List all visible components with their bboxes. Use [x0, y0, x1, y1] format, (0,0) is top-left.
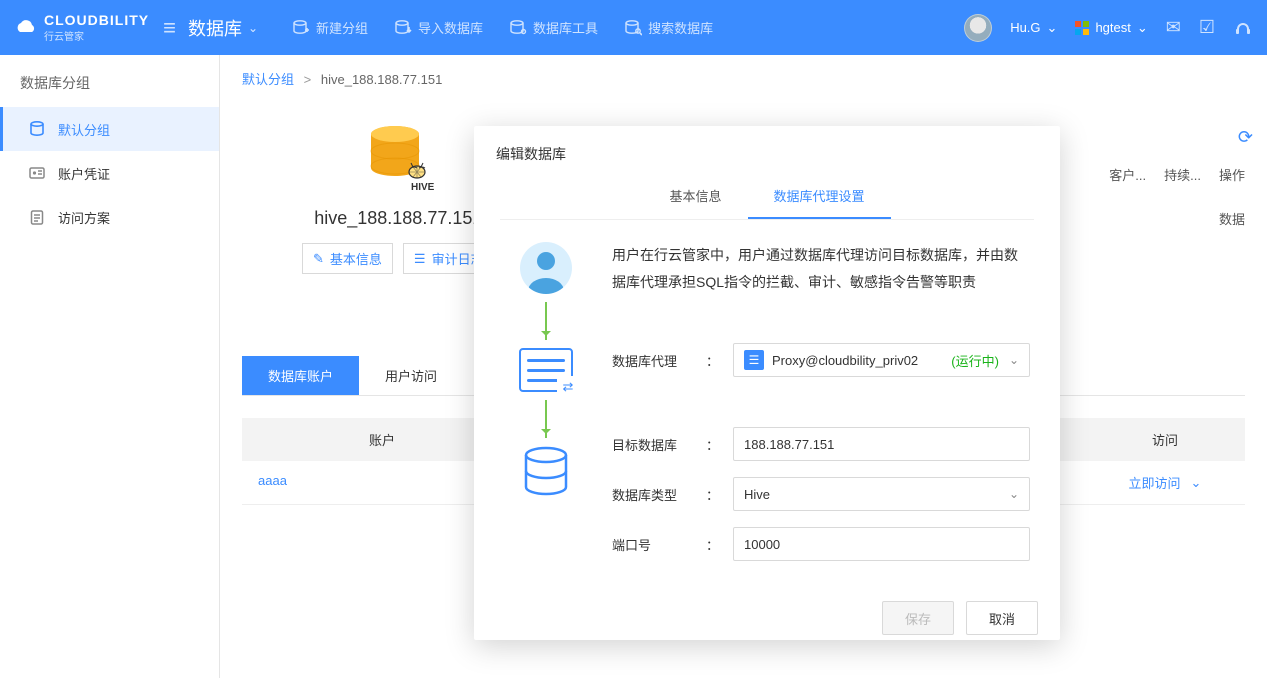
proxy-value: Proxy@cloudbility_priv02: [772, 353, 918, 368]
label-port: 端口号: [612, 535, 698, 554]
save-button[interactable]: 保存: [882, 601, 954, 635]
proxy-icon: ⇄: [519, 348, 573, 392]
modal-tabs: 基本信息 数据库代理设置: [500, 174, 1034, 220]
proxy-description: 用户在行云管家中，用户通过数据库代理访问目标数据库，并由数据库代理承担SQL指令…: [612, 242, 1030, 295]
proxy-badge-icon: ☰: [744, 350, 764, 370]
flow-diagram: ⇄: [504, 242, 588, 577]
database-icon: [522, 446, 570, 500]
cancel-button[interactable]: 取消: [966, 601, 1038, 635]
transfer-icon: ⇄: [557, 376, 579, 398]
field-target: 目标数据库： 188.188.77.151: [612, 427, 1030, 461]
edit-db-modal: 编辑数据库 基本信息 数据库代理设置 ⇄ 用户在行云管家中，用户通过数据库代理访…: [474, 126, 1060, 640]
proxy-select[interactable]: ☰ Proxy@cloudbility_priv02 (运行中) ⌄: [733, 343, 1030, 377]
field-port: 端口号： 10000: [612, 527, 1030, 561]
port-value: 10000: [744, 537, 780, 552]
arrow-down-icon: [545, 400, 547, 438]
field-proxy: 数据库代理： ☰ Proxy@cloudbility_priv02 (运行中) …: [612, 343, 1030, 377]
user-icon: [520, 242, 572, 294]
mtab-basic[interactable]: 基本信息: [643, 174, 747, 219]
target-value: 188.188.77.151: [744, 437, 834, 452]
proxy-status: (运行中): [951, 351, 999, 370]
chevron-down-icon: ⌄: [1009, 487, 1019, 501]
label-proxy: 数据库代理: [612, 351, 698, 370]
modal-fields: 用户在行云管家中，用户通过数据库代理访问目标数据库，并由数据库代理承担SQL指令…: [612, 242, 1030, 577]
field-type: 数据库类型： Hive ⌄: [612, 477, 1030, 511]
label-type: 数据库类型: [612, 485, 698, 504]
arrow-down-icon: [545, 302, 547, 340]
type-value: Hive: [744, 487, 770, 502]
modal-body: ⇄ 用户在行云管家中，用户通过数据库代理访问目标数据库，并由数据库代理承担SQL…: [474, 220, 1060, 587]
target-input[interactable]: 188.188.77.151: [733, 427, 1030, 461]
modal-footer: 保存 取消: [474, 587, 1060, 655]
modal-title: 编辑数据库: [474, 126, 1060, 174]
type-select[interactable]: Hive ⌄: [733, 477, 1030, 511]
chevron-down-icon: ⌄: [1009, 353, 1019, 367]
port-input[interactable]: 10000: [733, 527, 1030, 561]
label-target: 目标数据库: [612, 435, 698, 454]
mtab-proxy[interactable]: 数据库代理设置: [748, 174, 891, 219]
